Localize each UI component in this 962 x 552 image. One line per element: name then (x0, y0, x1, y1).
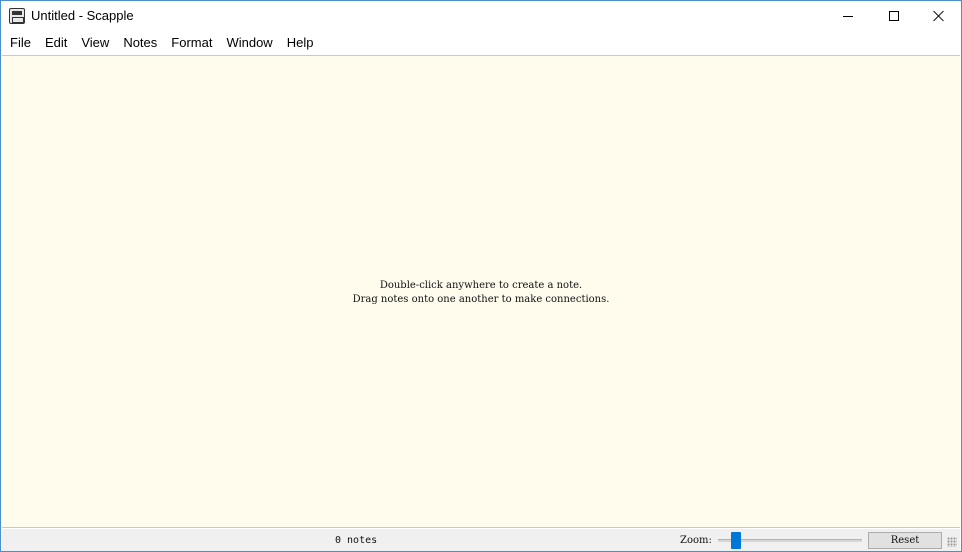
menu-window[interactable]: Window (219, 32, 279, 53)
canvas-hint-create: Double-click anywhere to create a note. (379, 280, 583, 291)
app-window: Untitled - Scapple File Edit View Notes … (0, 0, 962, 552)
title-bar[interactable]: Untitled - Scapple (1, 1, 961, 31)
menu-help[interactable]: Help (280, 32, 321, 53)
minimize-button[interactable] (825, 1, 871, 31)
resize-grip-icon[interactable] (947, 537, 957, 547)
reset-zoom-button[interactable]: Reset (868, 532, 942, 549)
menu-view[interactable]: View (74, 32, 116, 53)
scapple-app-icon[interactable] (9, 8, 25, 24)
menu-file[interactable]: File (3, 32, 38, 53)
maximize-icon (889, 11, 899, 21)
minimize-icon (843, 15, 853, 17)
maximize-button[interactable] (871, 1, 917, 31)
window-title: Untitled - Scapple (31, 8, 134, 23)
close-icon (933, 10, 945, 22)
menu-edit[interactable]: Edit (38, 32, 74, 53)
scapple-canvas[interactable]: Double-click anywhere to create a note. … (2, 55, 960, 528)
menu-bar: File Edit View Notes Format Window Help (1, 31, 961, 54)
close-button[interactable] (917, 1, 961, 31)
zoom-slider-thumb[interactable] (731, 532, 741, 549)
status-bar: 0 notes Zoom: Reset (2, 529, 960, 551)
canvas-hint-connect: Drag notes onto one another to make conn… (352, 294, 610, 305)
notes-count: 0 notes (335, 535, 378, 546)
menu-notes[interactable]: Notes (116, 32, 164, 53)
menu-format[interactable]: Format (164, 32, 219, 53)
zoom-label: Zoom: (680, 535, 712, 546)
